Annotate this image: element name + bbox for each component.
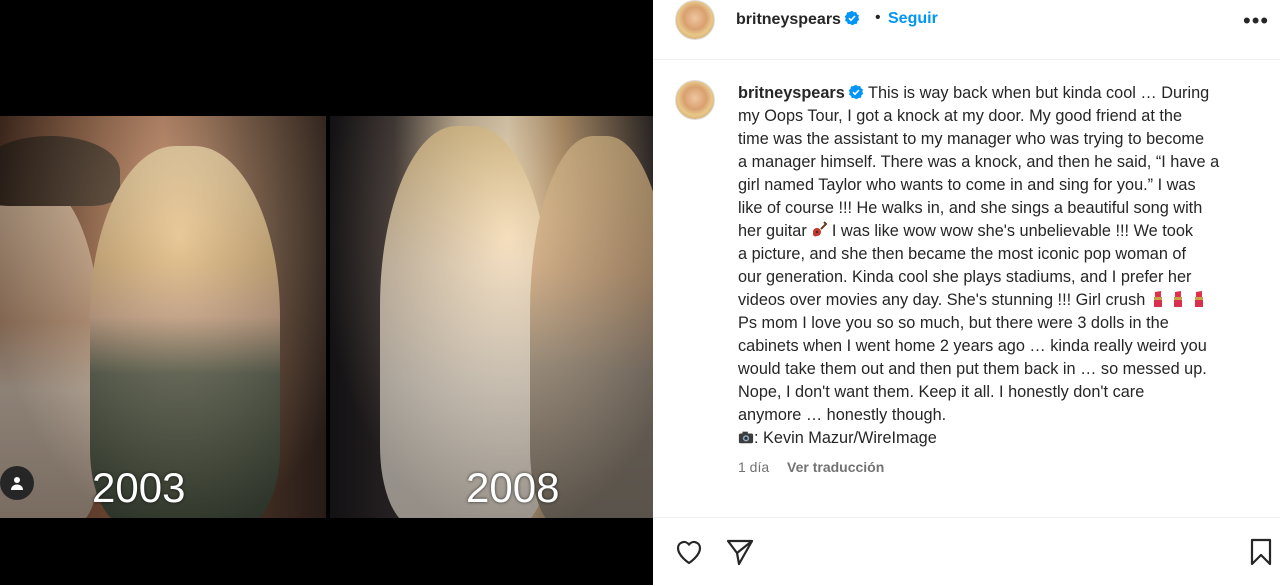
- user-tag-button[interactable]: [0, 466, 34, 500]
- year-label-right: 2008: [466, 464, 560, 511]
- see-translation-link[interactable]: Ver traducción: [787, 459, 884, 475]
- post-header: britneyspears • Seguir •••: [653, 0, 1280, 60]
- avatar[interactable]: [675, 0, 715, 40]
- bookmark-icon[interactable]: [1245, 536, 1277, 568]
- verified-badge-icon: [848, 84, 863, 100]
- follow-button[interactable]: Seguir: [888, 10, 938, 28]
- timestamp[interactable]: 1 día: [738, 459, 769, 475]
- more-options-button[interactable]: •••: [1243, 8, 1269, 34]
- lipstick-icon: [1194, 291, 1203, 307]
- caption-avatar[interactable]: [675, 80, 715, 120]
- lipstick-icon: [1174, 291, 1183, 307]
- caption-username[interactable]: britneyspears: [738, 84, 845, 102]
- camera-icon: [738, 431, 754, 444]
- post-sidebar: britneyspears • Seguir ••• britneyspears…: [653, 0, 1280, 585]
- post-meta: 1 día Ver traducción: [738, 459, 884, 475]
- photo-2008: 2008: [330, 116, 653, 518]
- verified-badge-icon: [844, 10, 860, 26]
- photo-2003: 2003: [0, 116, 326, 518]
- post-media[interactable]: 2003 2008: [0, 0, 653, 585]
- post-caption: britneyspears This is way back when but …: [738, 84, 1220, 447]
- action-bar: [653, 517, 1280, 586]
- user-tag-icon: [11, 477, 23, 490]
- header-username[interactable]: britneyspears: [736, 10, 860, 29]
- separator-dot: •: [875, 9, 881, 26]
- year-label-left: 2003: [92, 464, 186, 511]
- lipstick-icon: [1153, 291, 1162, 307]
- heart-icon[interactable]: [673, 536, 705, 568]
- share-icon[interactable]: [724, 536, 756, 568]
- guitar-icon: [813, 221, 828, 237]
